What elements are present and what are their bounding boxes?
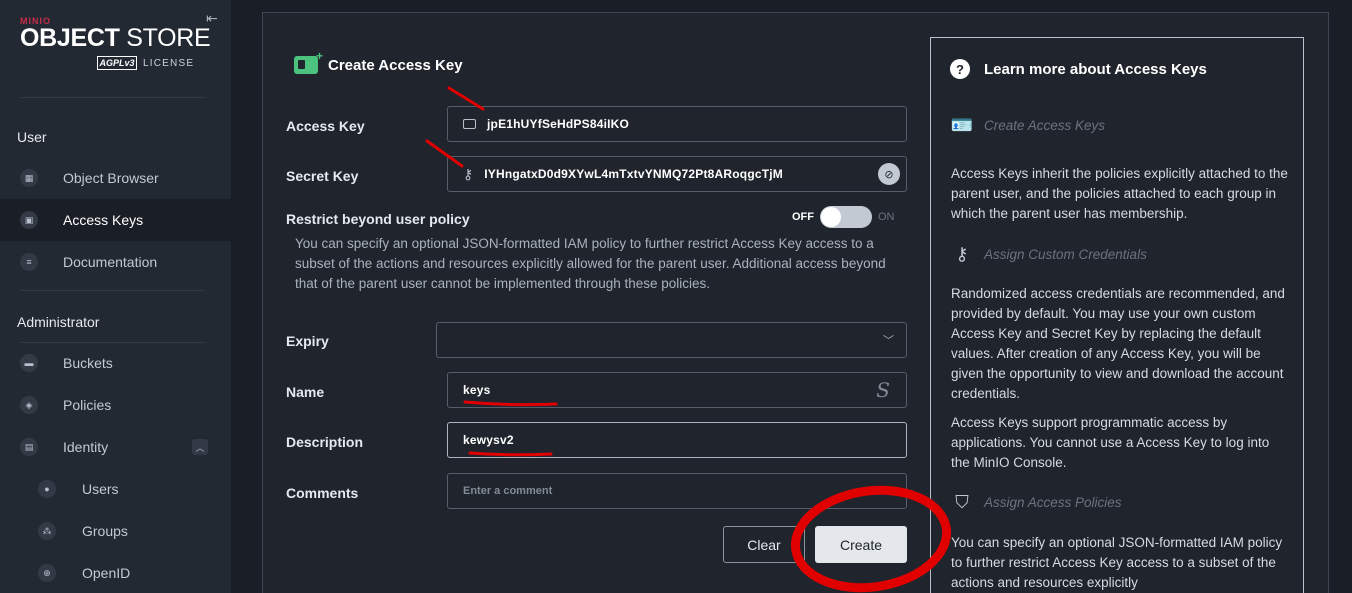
groups-icon: ⁂ bbox=[38, 522, 56, 540]
toggle-knob bbox=[821, 207, 841, 227]
autofill-icon[interactable]: S bbox=[876, 378, 890, 402]
sidebar-item-label: Identity bbox=[63, 439, 109, 455]
comments-field[interactable]: Enter a comment bbox=[447, 473, 907, 509]
sidebar-item-buckets[interactable]: ▬ Buckets bbox=[0, 342, 231, 384]
users-icon: ● bbox=[38, 480, 56, 498]
minio-logo[interactable]: MINIO OBJECT STORE AGPLv3 LICENSE bbox=[20, 16, 211, 70]
create-button[interactable]: Create bbox=[815, 526, 907, 563]
sidebar-item-label: Buckets bbox=[63, 355, 113, 371]
documentation-icon: ≡ bbox=[20, 253, 38, 271]
shield-icon: ⛉ bbox=[955, 492, 969, 512]
description-label: Description bbox=[286, 434, 364, 450]
sidebar-item-label: Documentation bbox=[63, 254, 158, 270]
access-key-label: Access Key bbox=[286, 118, 365, 134]
restrict-description: You can specify an optional JSON-formatt… bbox=[295, 236, 886, 291]
toggle-off-label: OFF bbox=[792, 211, 814, 223]
restrict-toggle[interactable]: OFF ON bbox=[792, 206, 895, 228]
access-key-field[interactable]: jpE1hUYfSeHdPS84iIKO bbox=[447, 106, 907, 142]
id-card-icon: 🪪 bbox=[950, 115, 974, 135]
comments-placeholder: Enter a comment bbox=[463, 485, 553, 497]
secret-key-value: IYHngatxD0d9XYwL4mTxtvYNMQ72Pt8ARoqgcTjM bbox=[484, 167, 783, 181]
identity-icon: ▤ bbox=[20, 438, 38, 456]
name-field[interactable]: keys S bbox=[447, 372, 907, 408]
section-user: User bbox=[17, 129, 47, 145]
secret-key-label: Secret Key bbox=[286, 168, 359, 184]
sidebar: MINIO OBJECT STORE AGPLv3 LICENSE ⇤ User… bbox=[0, 0, 231, 593]
description-field[interactable]: kewysv2 bbox=[447, 422, 907, 458]
id-card-icon bbox=[463, 119, 476, 129]
policies-icon: ◈ bbox=[20, 396, 38, 414]
access-keys-icon: ▣ bbox=[20, 211, 38, 229]
expiry-label: Expiry bbox=[286, 333, 329, 349]
buckets-icon: ▬ bbox=[20, 354, 38, 372]
help-icon: ? bbox=[950, 59, 970, 79]
divider bbox=[20, 97, 205, 98]
help-title: ? Learn more about Access Keys bbox=[950, 59, 1207, 79]
sidebar-item-label: Object Browser bbox=[63, 170, 159, 186]
sidebar-item-groups[interactable]: ⁂ Groups bbox=[0, 510, 231, 552]
help-paragraph: Access Keys support programmatic access … bbox=[951, 415, 1270, 470]
comments-label: Comments bbox=[286, 485, 359, 501]
form-title: Create Access Key bbox=[294, 49, 463, 74]
access-key-value: jpE1hUYfSeHdPS84iIKO bbox=[487, 117, 630, 131]
help-paragraph: Randomized access credentials are recomm… bbox=[951, 286, 1285, 401]
add-access-key-icon bbox=[294, 49, 323, 74]
agpl-badge: AGPLv3 bbox=[97, 56, 137, 70]
name-label: Name bbox=[286, 384, 325, 400]
restrict-label: Restrict beyond user policy bbox=[286, 211, 470, 227]
key-icon: ⚷ bbox=[463, 165, 474, 182]
chevron-down-icon: ﹀ bbox=[883, 335, 894, 347]
collapse-left-icon[interactable]: ⇤ bbox=[206, 10, 218, 27]
sidebar-item-policies[interactable]: ◈ Policies bbox=[0, 384, 231, 426]
sidebar-item-label: OpenID bbox=[82, 565, 131, 581]
sidebar-item-label: Access Keys bbox=[63, 212, 144, 228]
license-text: LICENSE bbox=[143, 57, 195, 69]
sidebar-item-label: Groups bbox=[82, 523, 128, 539]
help-heading-create: 🪪 Create Access Keys bbox=[950, 115, 1106, 135]
sidebar-item-identity[interactable]: ▤ Identity ︿ bbox=[0, 426, 231, 468]
help-heading-policies: ⛉ Assign Access Policies bbox=[950, 492, 1121, 513]
license-row: AGPLv3 LICENSE bbox=[97, 56, 194, 70]
sidebar-item-documentation[interactable]: ≡ Documentation bbox=[0, 241, 231, 283]
sidebar-item-label: Users bbox=[82, 481, 119, 497]
sidebar-item-openid[interactable]: ⊕ OpenID bbox=[0, 552, 231, 593]
hide-password-icon[interactable]: ⊘ bbox=[878, 163, 900, 185]
toggle-on-label: ON bbox=[878, 211, 895, 223]
help-heading-credentials: ⚷ Assign Custom Credentials bbox=[950, 244, 1146, 265]
openid-icon: ⊕ bbox=[38, 564, 56, 582]
description-value: kewysv2 bbox=[463, 433, 514, 447]
key-icon: ⚷ bbox=[955, 244, 969, 264]
object-browser-icon: ▦ bbox=[20, 169, 38, 187]
product-name: OBJECT STORE bbox=[20, 24, 211, 52]
secret-key-field[interactable]: ⚷ IYHngatxD0d9XYwL4mTxtvYNMQ72Pt8ARoqgcT… bbox=[447, 156, 907, 192]
expiry-field[interactable]: ﹀ bbox=[436, 322, 907, 358]
sidebar-item-access-keys[interactable]: ▣ Access Keys bbox=[0, 199, 231, 241]
help-paragraph: Access Keys inherit the policies explici… bbox=[951, 166, 1288, 221]
sidebar-item-object-browser[interactable]: ▦ Object Browser bbox=[0, 157, 231, 199]
toggle-switch[interactable] bbox=[820, 206, 872, 228]
sidebar-item-users[interactable]: ● Users bbox=[0, 468, 231, 510]
sidebar-item-label: Policies bbox=[63, 397, 112, 413]
help-paragraph: You can specify an optional JSON-formatt… bbox=[951, 535, 1283, 590]
divider bbox=[20, 290, 205, 291]
clear-button[interactable]: Clear bbox=[723, 526, 805, 563]
name-value: keys bbox=[463, 383, 491, 397]
chevron-up-icon[interactable]: ︿ bbox=[192, 439, 208, 455]
section-administrator: Administrator bbox=[17, 314, 100, 330]
